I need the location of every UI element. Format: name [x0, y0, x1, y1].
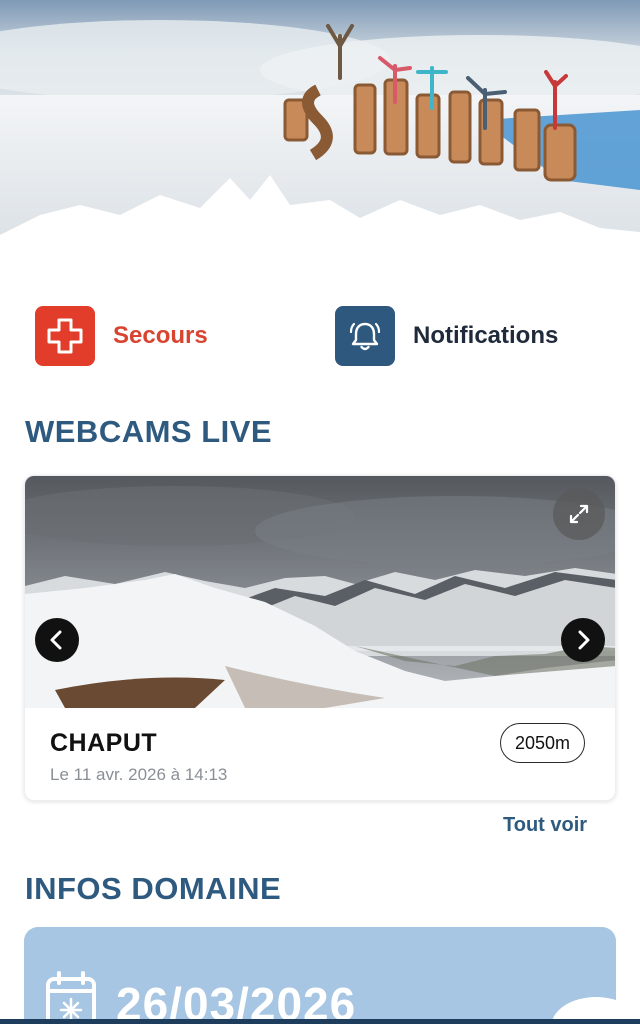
cross-icon [35, 306, 95, 366]
notifications-button[interactable]: Notifications [335, 306, 558, 366]
webcam-timestamp: Le 11 avr. 2026 à 14:13 [50, 765, 228, 784]
expand-button[interactable] [553, 488, 605, 540]
hero-banner [0, 0, 640, 260]
notifications-label: Notifications [413, 322, 559, 349]
webcam-image[interactable] [25, 476, 616, 708]
chevron-right-icon [578, 630, 590, 650]
webcams-section-title: WEBCAMS LIVE [25, 414, 273, 449]
info-domaine-card[interactable]: 26/03/2026 [24, 927, 616, 1024]
see-all-webcams-link[interactable]: Tout voir [503, 814, 587, 837]
bottom-bar [0, 1019, 640, 1024]
secours-label: Secours [113, 322, 208, 349]
chevron-left-icon [50, 630, 62, 650]
secours-button[interactable]: Secours [35, 306, 208, 366]
infos-section-title: INFOS DOMAINE [25, 871, 282, 906]
altitude-badge: 2050m [499, 723, 585, 763]
info-date: 26/03/2026 [116, 978, 357, 1024]
prev-webcam-button[interactable] [35, 618, 79, 662]
next-webcam-button[interactable] [561, 618, 605, 662]
expand-icon [569, 504, 589, 524]
hero-image [0, 0, 640, 260]
webcam-card[interactable]: CHAPUT Le 11 avr. 2026 à 14:13 2050m [24, 475, 616, 801]
calendar-snow-icon [46, 971, 96, 1024]
bell-icon [335, 306, 395, 366]
webcam-name: CHAPUT [50, 729, 158, 757]
